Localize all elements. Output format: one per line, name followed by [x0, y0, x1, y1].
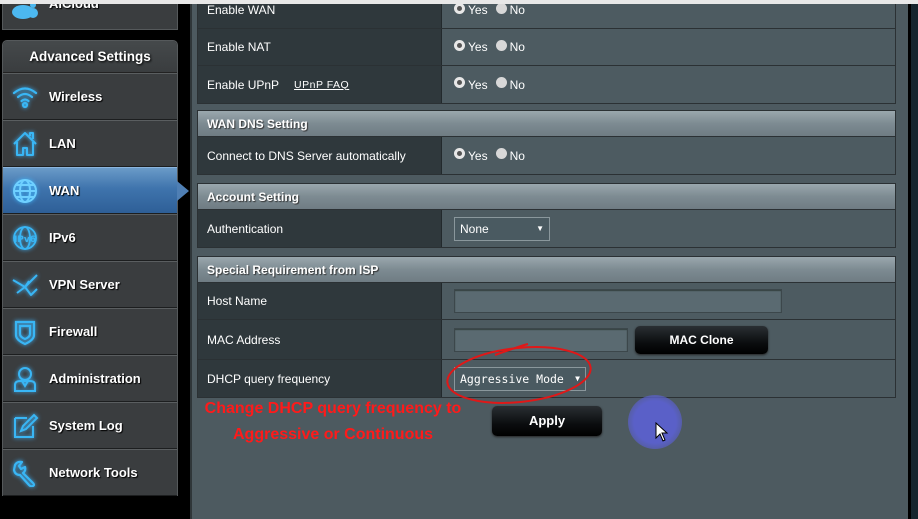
- mouse-cursor-icon: [655, 422, 669, 442]
- browser-top-edge: [0, 0, 918, 4]
- annotation-line-1: Change DHCP query frequency to: [204, 400, 462, 417]
- annotation-line-2: Aggressive or Continuous: [232, 426, 434, 443]
- router-admin-page: AiCloud Advanced Settings Wireless LAN W…: [0, 0, 918, 519]
